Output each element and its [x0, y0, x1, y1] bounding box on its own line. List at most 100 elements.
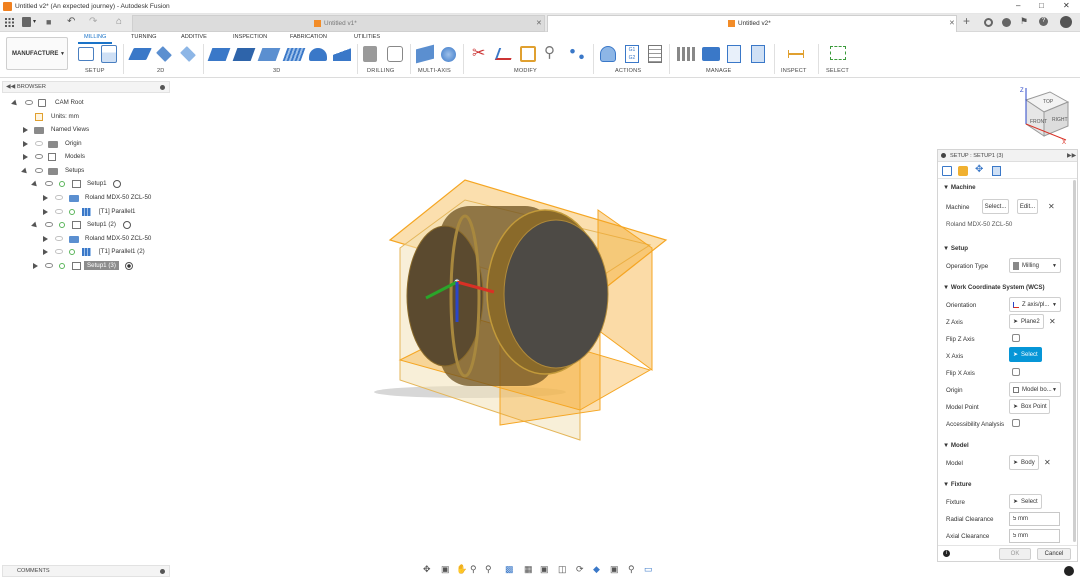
group-drilling[interactable]: DRILLING	[367, 68, 394, 74]
visibility-icon[interactable]	[45, 181, 53, 186]
new-tab-icon[interactable]: +	[963, 14, 970, 28]
simulate-icon[interactable]	[600, 46, 616, 62]
expand-icon[interactable]	[23, 141, 28, 147]
drill-icon[interactable]	[363, 46, 377, 62]
fixture-select[interactable]: ➤ Select	[1009, 494, 1042, 509]
pocket-2d-icon[interactable]	[180, 46, 196, 62]
flip-z-checkbox[interactable]	[1012, 334, 1020, 342]
expand-icon[interactable]	[43, 236, 48, 242]
group-modify[interactable]: MODIFY	[514, 68, 537, 74]
tab-stock-icon[interactable]	[958, 166, 968, 176]
display-settings-icon[interactable]: ▩	[505, 564, 514, 575]
tree-row-active[interactable]: Setup1 (3)	[10, 261, 160, 271]
model-clear-icon[interactable]: ✕	[1044, 458, 1051, 467]
tree-row[interactable]: Setups	[10, 166, 160, 176]
parallel-icon[interactable]	[282, 48, 306, 61]
workspace-switcher[interactable]: MANUFACTURE ▼	[6, 37, 68, 70]
post-library-icon[interactable]	[751, 45, 765, 63]
measure-icon[interactable]	[788, 50, 804, 58]
tree-row[interactable]: Setup1	[10, 179, 160, 189]
tree-row[interactable]: Roland MDX-50 ZCL-50	[10, 193, 160, 203]
dialog-scrollbar[interactable]	[1073, 180, 1076, 542]
tree-row[interactable]: Units: mm	[10, 112, 160, 122]
visibility-icon[interactable]	[55, 249, 63, 254]
expand-icon[interactable]	[23, 127, 28, 133]
redo-icon[interactable]: ↷	[89, 16, 97, 27]
close-button[interactable]: ✕	[1063, 1, 1070, 10]
group-select[interactable]: SELECT	[826, 68, 849, 74]
info-icon[interactable]: i	[943, 550, 950, 557]
orbit-icon[interactable]: ✥	[423, 564, 431, 575]
group-3d[interactable]: 3D	[273, 68, 281, 74]
tree-row[interactable]: [T1] Parallel1 (2)	[10, 247, 160, 257]
hole-recognition-icon[interactable]	[387, 46, 403, 62]
pin-icon[interactable]	[160, 85, 165, 90]
pin-icon[interactable]	[160, 569, 165, 574]
section-fixture[interactable]: ▼ Fixture	[943, 481, 971, 488]
tree-row[interactable]: Setup1 (2)	[10, 220, 160, 230]
dialog-header[interactable]: SETUP : SETUP1 (3) ▶▶	[938, 150, 1077, 162]
viewport[interactable]	[170, 80, 935, 560]
section-analysis-icon[interactable]: ◫	[558, 564, 567, 575]
group-actions[interactable]: ACTIONS	[615, 68, 641, 74]
tab-close-icon[interactable]: ✕	[949, 19, 955, 27]
adaptive-3d-icon[interactable]	[207, 48, 231, 61]
face-icon[interactable]	[128, 48, 152, 60]
pan-icon[interactable]: ✋	[456, 564, 467, 575]
section-machine[interactable]: ▼ Machine	[943, 184, 976, 191]
machine-edit-button[interactable]: Edit...	[1017, 199, 1038, 214]
contour-icon[interactable]	[333, 48, 351, 61]
tab-untitled-v1[interactable]: Untitled v1* ✕	[132, 15, 545, 32]
steep-shallow-icon[interactable]	[257, 48, 281, 61]
orientation-select[interactable]: Z axis/pl... ▼	[1009, 297, 1061, 312]
axial-clearance-input[interactable]	[1009, 529, 1060, 543]
multi-axis-swarf-icon[interactable]	[416, 44, 434, 64]
operation-type-select[interactable]: Milling ▼	[1009, 258, 1061, 273]
tab-turning[interactable]: TURNING	[131, 34, 156, 40]
adaptive-2d-icon[interactable]	[156, 46, 172, 62]
rotate-icon[interactable]: ⟳	[576, 564, 584, 575]
activate-icon[interactable]	[113, 180, 121, 188]
x-axis-select[interactable]: ➤ Select	[1009, 347, 1042, 362]
select-icon[interactable]	[830, 46, 846, 60]
expand-icon[interactable]	[43, 195, 48, 201]
visibility-icon[interactable]	[35, 154, 43, 159]
cancel-button[interactable]: Cancel	[1037, 548, 1071, 560]
flip-x-checkbox[interactable]	[1012, 368, 1020, 376]
tree-row[interactable]: Models	[10, 152, 160, 162]
tab-fabrication[interactable]: FABRICATION	[290, 34, 327, 40]
simulation-icon[interactable]: ⚲	[628, 564, 635, 575]
visibility-icon[interactable]	[55, 195, 63, 200]
section-setup[interactable]: ▼ Setup	[943, 245, 968, 252]
maximize-button[interactable]: □	[1039, 1, 1044, 10]
tab-untitled-v2[interactable]: Untitled v2* ✕	[547, 15, 957, 32]
new-setup-icon[interactable]	[78, 47, 94, 61]
visibility-icon[interactable]	[35, 141, 43, 146]
section-model[interactable]: ▼ Model	[943, 442, 969, 449]
tool-library-manage-icon[interactable]	[677, 47, 695, 61]
z-axis-clear-icon[interactable]: ✕	[1049, 317, 1056, 326]
expand-icon[interactable]	[31, 221, 39, 230]
cut-icon[interactable]: ✂	[472, 43, 485, 63]
activate-icon[interactable]	[123, 221, 131, 229]
create-nc-icon[interactable]	[101, 45, 117, 63]
multi-axis-flow-icon[interactable]	[441, 47, 456, 62]
active-setup-icon[interactable]	[125, 262, 133, 270]
expand-icon[interactable]	[11, 99, 19, 108]
model-select[interactable]: ➤ Body	[1009, 455, 1039, 470]
tool-library-icon[interactable]: ⚲	[544, 43, 555, 61]
accessibility-checkbox[interactable]	[1012, 419, 1020, 427]
group-inspect[interactable]: INSPECT	[781, 68, 807, 74]
expand-icon[interactable]	[31, 180, 39, 189]
status-indicator-icon[interactable]	[1064, 566, 1074, 576]
origin-select[interactable]: Model bo... ▼	[1009, 382, 1061, 397]
tab-additive[interactable]: ADDITIVE	[181, 34, 207, 40]
template-library-icon[interactable]	[727, 45, 741, 63]
visibility-icon[interactable]	[45, 263, 53, 268]
group-setup[interactable]: SETUP	[85, 68, 105, 74]
radial-clearance-input[interactable]	[1009, 512, 1060, 526]
expand-icon[interactable]	[43, 249, 48, 255]
visibility-icon[interactable]	[35, 168, 43, 173]
visibility-icon[interactable]	[55, 209, 63, 214]
tree-row[interactable]: [T1] Parallel1	[10, 207, 160, 217]
